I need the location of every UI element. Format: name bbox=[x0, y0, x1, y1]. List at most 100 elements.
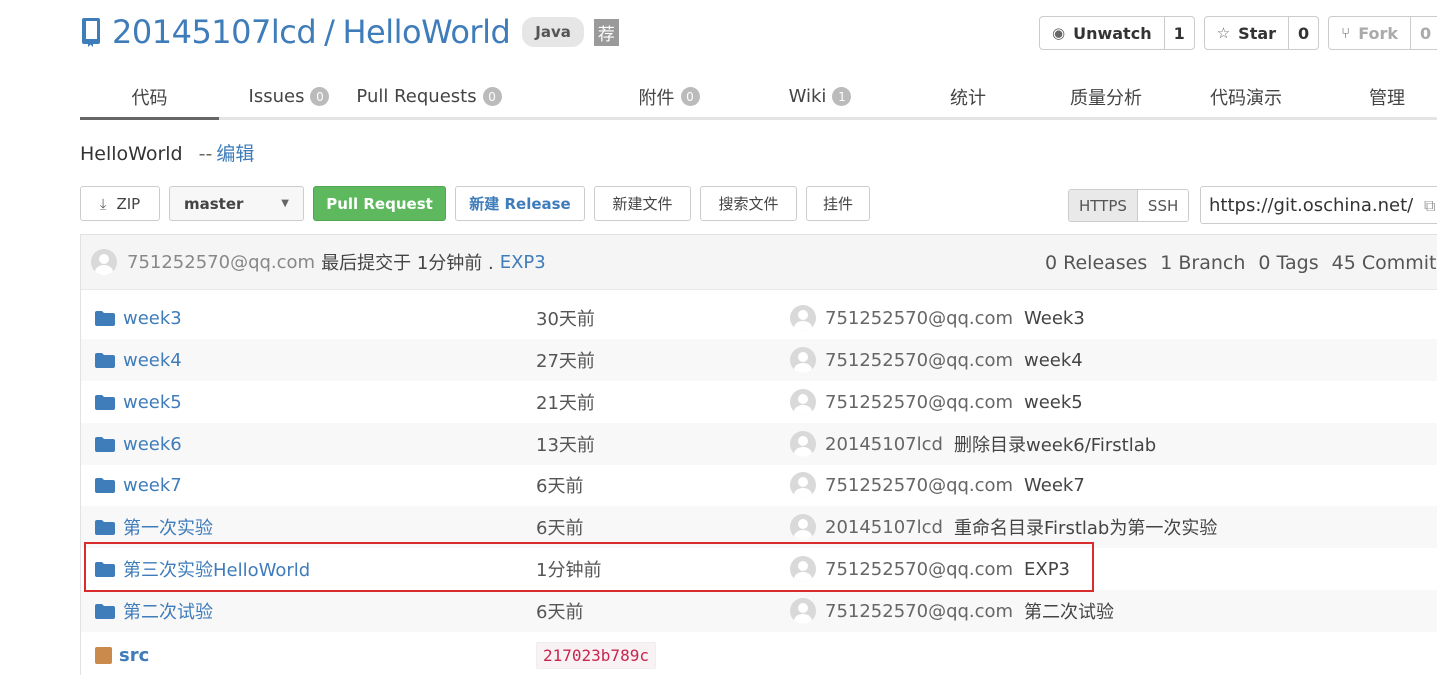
folder-icon bbox=[95, 310, 115, 326]
submodule-icon bbox=[95, 646, 112, 664]
folder-icon bbox=[95, 561, 115, 577]
repo-header: 20145107lcd / HelloWorld Java 荐 bbox=[80, 8, 619, 56]
file-name-link[interactable]: 第一次实验 bbox=[123, 514, 213, 540]
ssh-toggle[interactable]: SSH bbox=[1136, 190, 1189, 221]
commit-message[interactable]: EXP3 bbox=[1024, 559, 1070, 580]
unwatch-button-group: ◉ Unwatch 1 bbox=[1039, 16, 1195, 50]
tab-code[interactable]: 代码 bbox=[80, 76, 219, 120]
commit-message[interactable]: 删除目录week6/Firstlab bbox=[954, 431, 1156, 457]
commit-message[interactable]: Week3 bbox=[1024, 308, 1085, 329]
commit-message[interactable]: week4 bbox=[1024, 350, 1083, 371]
commit-author[interactable]: 751252570@qq.com bbox=[825, 308, 1013, 329]
commit-author[interactable]: 751252570@qq.com bbox=[825, 350, 1013, 371]
folder-icon bbox=[95, 394, 115, 410]
fork-button[interactable]: ⑂ Fork bbox=[1329, 17, 1410, 49]
submodule-hash[interactable]: 217023b789c bbox=[536, 641, 656, 669]
branch-select[interactable]: master ▼ bbox=[169, 186, 304, 221]
commit-message[interactable]: Week7 bbox=[1024, 475, 1085, 496]
repo-title: 20145107lcd / HelloWorld bbox=[112, 13, 511, 51]
file-age: 1分钟前 bbox=[536, 560, 602, 581]
file-age: 6天前 bbox=[536, 602, 584, 623]
tab-quality-analysis[interactable]: 质量分析 bbox=[1036, 76, 1176, 117]
tab-code-demo[interactable]: 代码演示 bbox=[1176, 76, 1316, 117]
file-name-link[interactable]: week3 bbox=[123, 308, 182, 329]
commit-message[interactable]: 重命名目录Firstlab为第一次实验 bbox=[954, 514, 1217, 540]
last-commit-message-link[interactable]: EXP3 bbox=[500, 252, 546, 273]
commit-author[interactable]: 751252570@qq.com bbox=[825, 475, 1013, 496]
commit-message[interactable]: week5 bbox=[1024, 392, 1083, 413]
caret-down-icon: ▼ bbox=[281, 198, 289, 209]
copy-icon[interactable]: ⧉ bbox=[1424, 196, 1435, 216]
table-row: 第三次实验HelloWorld 1分钟前 751252570@qq.com EX… bbox=[81, 548, 1437, 590]
watch-count[interactable]: 1 bbox=[1163, 17, 1194, 49]
search-file-button[interactable]: 搜索文件 bbox=[700, 186, 797, 221]
commits-count-link[interactable]: 45 Commits bbox=[1332, 252, 1437, 274]
https-toggle[interactable]: HTTPS bbox=[1069, 190, 1137, 221]
commit-author[interactable]: 20145107lcd bbox=[825, 517, 943, 538]
branch-count-link[interactable]: 1 Branch bbox=[1160, 252, 1245, 274]
tab-pull-requests[interactable]: Pull Requests 0 bbox=[356, 76, 502, 117]
language-badge[interactable]: Java bbox=[522, 17, 584, 47]
avatar[interactable] bbox=[790, 514, 816, 540]
unwatch-label: Unwatch bbox=[1073, 23, 1152, 43]
unwatch-button[interactable]: ◉ Unwatch bbox=[1040, 17, 1164, 49]
commit-author[interactable]: 751252570@qq.com bbox=[825, 392, 1013, 413]
file-name-link[interactable]: week5 bbox=[123, 392, 182, 413]
fork-label: Fork bbox=[1358, 23, 1398, 43]
folder-icon bbox=[95, 477, 115, 493]
new-release-button[interactable]: 新建 Release bbox=[455, 186, 585, 221]
tab-manage[interactable]: 管理 bbox=[1317, 76, 1437, 117]
avatar[interactable] bbox=[91, 249, 117, 275]
download-zip-button[interactable]: ⤓ ZIP bbox=[80, 186, 160, 221]
commit-author[interactable]: 751252570@qq.com bbox=[825, 601, 1013, 622]
download-icon: ⤓ bbox=[99, 194, 107, 213]
repo-name-link[interactable]: HelloWorld bbox=[342, 13, 510, 51]
widget-button[interactable]: 挂件 bbox=[806, 186, 870, 221]
avatar[interactable] bbox=[790, 472, 816, 498]
tab-wiki-count: 1 bbox=[832, 87, 852, 106]
avatar[interactable] bbox=[790, 305, 816, 331]
file-age: 6天前 bbox=[536, 476, 584, 497]
star-button-group: ☆ Star 0 bbox=[1203, 16, 1320, 50]
tab-stats[interactable]: 统计 bbox=[898, 76, 1038, 117]
avatar[interactable] bbox=[790, 556, 816, 582]
commit-author[interactable]: 751252570@qq.com bbox=[825, 559, 1013, 580]
star-count[interactable]: 0 bbox=[1288, 17, 1318, 49]
avatar[interactable] bbox=[790, 431, 816, 457]
avatar[interactable] bbox=[790, 389, 816, 415]
submodule-name-link[interactable]: src bbox=[119, 645, 149, 666]
commit-author[interactable]: 20145107lcd bbox=[825, 434, 943, 455]
releases-count-link[interactable]: 0 Releases bbox=[1045, 252, 1147, 274]
avatar[interactable] bbox=[790, 347, 816, 373]
file-name-link[interactable]: week4 bbox=[123, 350, 182, 371]
star-button[interactable]: ☆ Star bbox=[1205, 17, 1288, 49]
repo-title-separator: / bbox=[324, 13, 335, 51]
tab-issues-label: Issues bbox=[248, 86, 305, 107]
new-file-button[interactable]: 新建文件 bbox=[594, 186, 691, 221]
folder-icon bbox=[95, 603, 115, 619]
repo-description: HelloWorld -- 编辑 bbox=[80, 139, 254, 166]
file-name-link[interactable]: week6 bbox=[123, 434, 182, 455]
fork-count[interactable]: 0 bbox=[1410, 17, 1437, 49]
edit-description-link[interactable]: 编辑 bbox=[216, 143, 254, 165]
repo-owner-link[interactable]: 20145107lcd bbox=[112, 13, 317, 51]
table-row: src 217023b789c bbox=[81, 633, 1437, 675]
star-label: Star bbox=[1238, 23, 1277, 43]
last-commit-text: 最后提交于 1分钟前 . bbox=[321, 253, 494, 274]
pull-request-button[interactable]: Pull Request bbox=[313, 186, 446, 221]
tab-wiki[interactable]: Wiki 1 bbox=[750, 76, 890, 117]
tab-attachments[interactable]: 附件 0 bbox=[599, 76, 739, 117]
tab-issues[interactable]: Issues 0 bbox=[219, 76, 359, 117]
file-name-link[interactable]: 第二次试验 bbox=[123, 598, 213, 624]
tab-manage-label: 管理 bbox=[1369, 87, 1405, 109]
file-name-link[interactable]: week7 bbox=[123, 475, 182, 496]
file-name-link[interactable]: 第三次实验HelloWorld bbox=[123, 556, 310, 582]
clone-url-input[interactable] bbox=[1200, 186, 1437, 224]
file-age: 6天前 bbox=[536, 518, 584, 539]
commit-message[interactable]: 第二次试验 bbox=[1024, 598, 1114, 624]
tags-count-link[interactable]: 0 Tags bbox=[1258, 252, 1318, 274]
tab-stats-label: 统计 bbox=[950, 87, 986, 109]
avatar[interactable] bbox=[790, 598, 816, 624]
last-commit-author[interactable]: 751252570@qq.com bbox=[127, 252, 315, 273]
fork-icon: ⑂ bbox=[1341, 24, 1351, 42]
